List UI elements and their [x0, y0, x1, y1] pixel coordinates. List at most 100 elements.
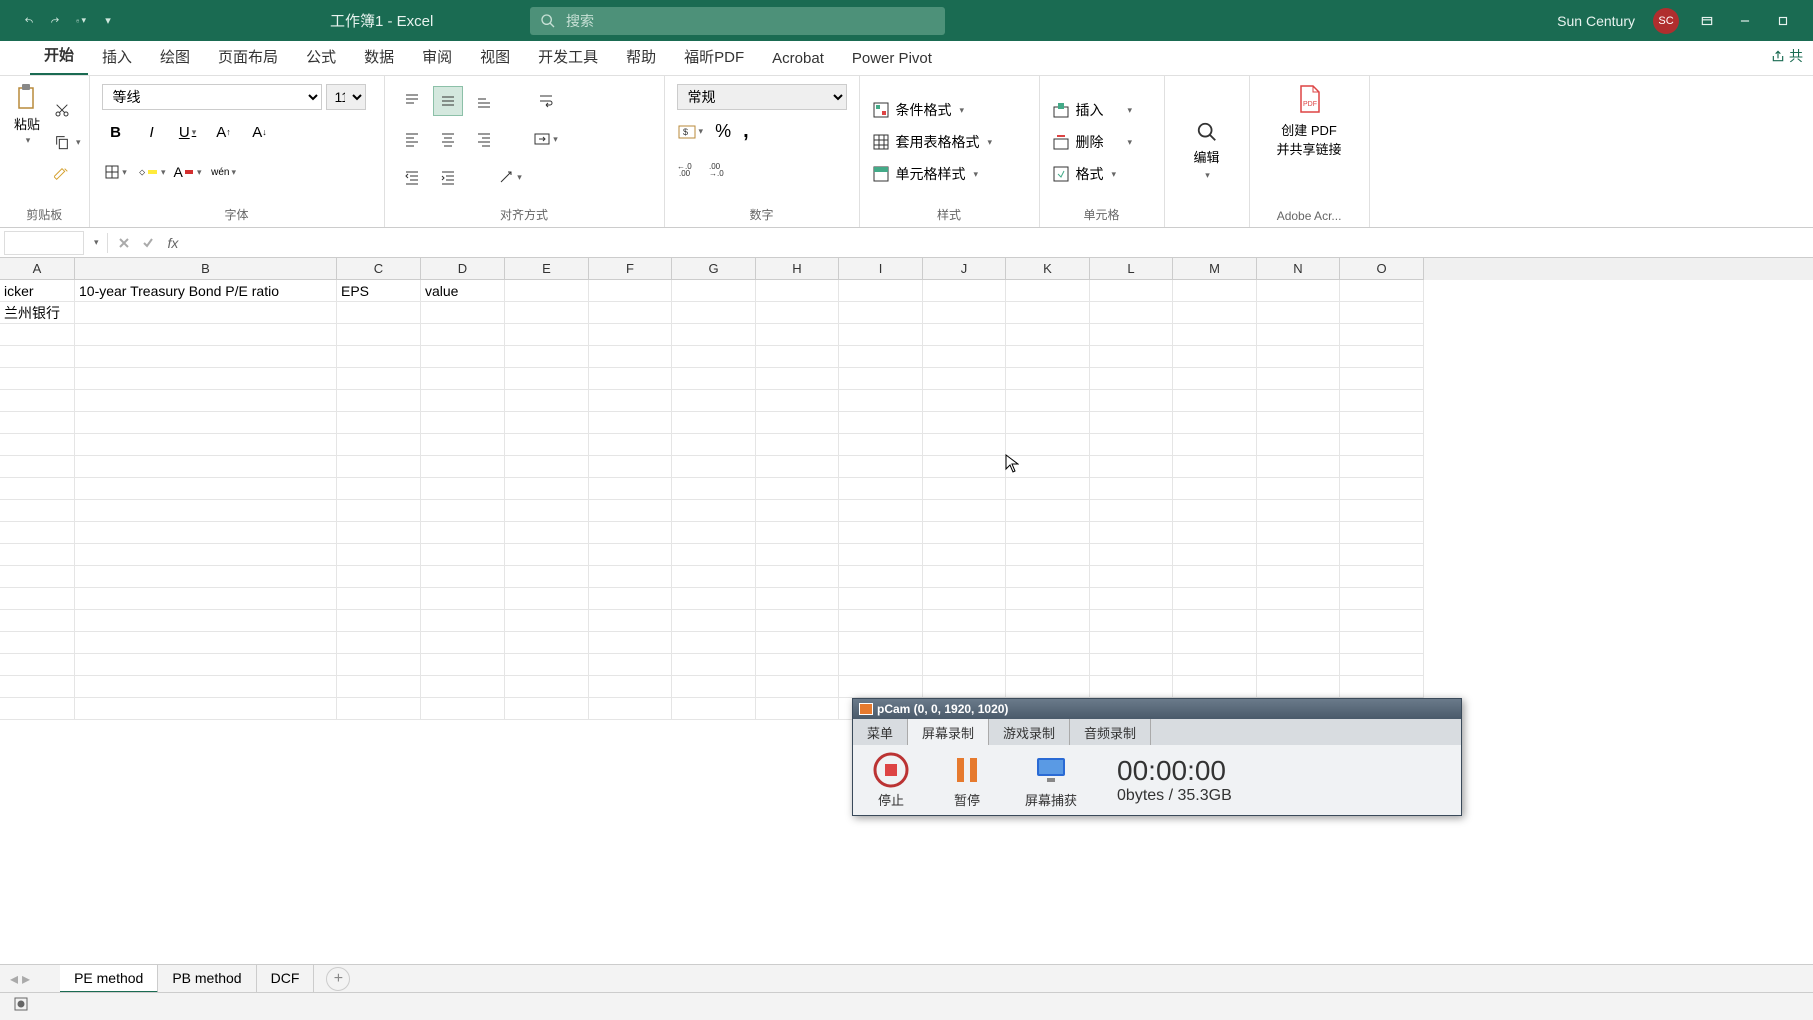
- cell-L13[interactable]: [1090, 544, 1173, 566]
- fx-label[interactable]: fx: [160, 235, 187, 251]
- cell-M18[interactable]: [1173, 654, 1257, 676]
- find-select-button[interactable]: 编辑 ▾: [1194, 121, 1220, 181]
- cancel-formula-button[interactable]: [112, 231, 136, 255]
- cell-L15[interactable]: [1090, 588, 1173, 610]
- cell-O2[interactable]: [1340, 302, 1424, 324]
- cell-styles-button[interactable]: 单元格样式▾: [868, 158, 1031, 190]
- cell-N3[interactable]: [1257, 324, 1340, 346]
- cell-O18[interactable]: [1340, 654, 1424, 676]
- cell-N10[interactable]: [1257, 478, 1340, 500]
- cell-A8[interactable]: [0, 434, 75, 456]
- cell-L16[interactable]: [1090, 610, 1173, 632]
- cell-B13[interactable]: [75, 544, 337, 566]
- cell-L17[interactable]: [1090, 632, 1173, 654]
- cell-K5[interactable]: [1006, 368, 1090, 390]
- cell-A4[interactable]: [0, 346, 75, 368]
- cell-E7[interactable]: [505, 412, 589, 434]
- cell-G7[interactable]: [672, 412, 756, 434]
- percent-button[interactable]: %: [715, 120, 731, 143]
- cell-D10[interactable]: [421, 478, 505, 500]
- cell-N16[interactable]: [1257, 610, 1340, 632]
- cell-C10[interactable]: [337, 478, 421, 500]
- tab-page-layout[interactable]: 页面布局: [204, 38, 292, 75]
- tab-data[interactable]: 数据: [350, 38, 408, 75]
- cell-N11[interactable]: [1257, 500, 1340, 522]
- cell-C14[interactable]: [337, 566, 421, 588]
- cell-O6[interactable]: [1340, 390, 1424, 412]
- cell-H20[interactable]: [756, 698, 839, 720]
- cell-A5[interactable]: [0, 368, 75, 390]
- cell-K3[interactable]: [1006, 324, 1090, 346]
- cell-B15[interactable]: [75, 588, 337, 610]
- cell-J7[interactable]: [923, 412, 1006, 434]
- cell-K15[interactable]: [1006, 588, 1090, 610]
- autosave-button[interactable]: ▾: [72, 12, 90, 30]
- cell-N19[interactable]: [1257, 676, 1340, 698]
- cell-I3[interactable]: [839, 324, 923, 346]
- cell-M14[interactable]: [1173, 566, 1257, 588]
- add-sheet-button[interactable]: +: [326, 967, 350, 991]
- enter-formula-button[interactable]: [136, 231, 160, 255]
- tab-acrobat[interactable]: Acrobat: [758, 42, 838, 75]
- cell-L9[interactable]: [1090, 456, 1173, 478]
- cell-B1[interactable]: 10-year Treasury Bond P/E ratio: [75, 280, 337, 302]
- table-format-button[interactable]: 套用表格格式▾: [868, 126, 1031, 158]
- cell-C8[interactable]: [337, 434, 421, 456]
- cell-B18[interactable]: [75, 654, 337, 676]
- align-center-button[interactable]: [433, 124, 463, 154]
- cell-G2[interactable]: [672, 302, 756, 324]
- cell-J13[interactable]: [923, 544, 1006, 566]
- col-header-F[interactable]: F: [589, 258, 672, 280]
- cell-L7[interactable]: [1090, 412, 1173, 434]
- cell-J5[interactable]: [923, 368, 1006, 390]
- cell-C19[interactable]: [337, 676, 421, 698]
- cell-H6[interactable]: [756, 390, 839, 412]
- cell-H12[interactable]: [756, 522, 839, 544]
- cell-K12[interactable]: [1006, 522, 1090, 544]
- cell-C16[interactable]: [337, 610, 421, 632]
- cell-C5[interactable]: [337, 368, 421, 390]
- name-box[interactable]: [4, 231, 84, 255]
- cell-J9[interactable]: [923, 456, 1006, 478]
- rec-stop-button[interactable]: 停止: [873, 752, 909, 809]
- cell-H9[interactable]: [756, 456, 839, 478]
- cell-O16[interactable]: [1340, 610, 1424, 632]
- cell-K14[interactable]: [1006, 566, 1090, 588]
- cell-C12[interactable]: [337, 522, 421, 544]
- cell-J16[interactable]: [923, 610, 1006, 632]
- cell-J14[interactable]: [923, 566, 1006, 588]
- cell-F7[interactable]: [589, 412, 672, 434]
- cell-E5[interactable]: [505, 368, 589, 390]
- cell-F3[interactable]: [589, 324, 672, 346]
- cell-C7[interactable]: [337, 412, 421, 434]
- cell-D16[interactable]: [421, 610, 505, 632]
- cell-O9[interactable]: [1340, 456, 1424, 478]
- cell-J18[interactable]: [923, 654, 1006, 676]
- cell-I8[interactable]: [839, 434, 923, 456]
- sheet-tab-pb[interactable]: PB method: [158, 965, 256, 993]
- sheet-tab-pe[interactable]: PE method: [60, 965, 158, 993]
- cell-D2[interactable]: [421, 302, 505, 324]
- col-header-N[interactable]: N: [1257, 258, 1340, 280]
- col-header-B[interactable]: B: [75, 258, 337, 280]
- col-header-L[interactable]: L: [1090, 258, 1173, 280]
- cell-E15[interactable]: [505, 588, 589, 610]
- bold-button[interactable]: B: [102, 118, 130, 146]
- cell-H3[interactable]: [756, 324, 839, 346]
- cell-D20[interactable]: [421, 698, 505, 720]
- search-box[interactable]: [530, 7, 945, 35]
- cell-O15[interactable]: [1340, 588, 1424, 610]
- format-painter-button[interactable]: [54, 162, 81, 186]
- cell-J15[interactable]: [923, 588, 1006, 610]
- cell-A9[interactable]: [0, 456, 75, 478]
- cell-H18[interactable]: [756, 654, 839, 676]
- sheet-tab-dcf[interactable]: DCF: [257, 965, 315, 993]
- cell-G4[interactable]: [672, 346, 756, 368]
- cell-A16[interactable]: [0, 610, 75, 632]
- cell-G3[interactable]: [672, 324, 756, 346]
- undo-button[interactable]: [20, 12, 38, 30]
- decrease-font-button[interactable]: A↓: [246, 118, 274, 146]
- cell-A13[interactable]: [0, 544, 75, 566]
- cell-H2[interactable]: [756, 302, 839, 324]
- col-header-M[interactable]: M: [1173, 258, 1257, 280]
